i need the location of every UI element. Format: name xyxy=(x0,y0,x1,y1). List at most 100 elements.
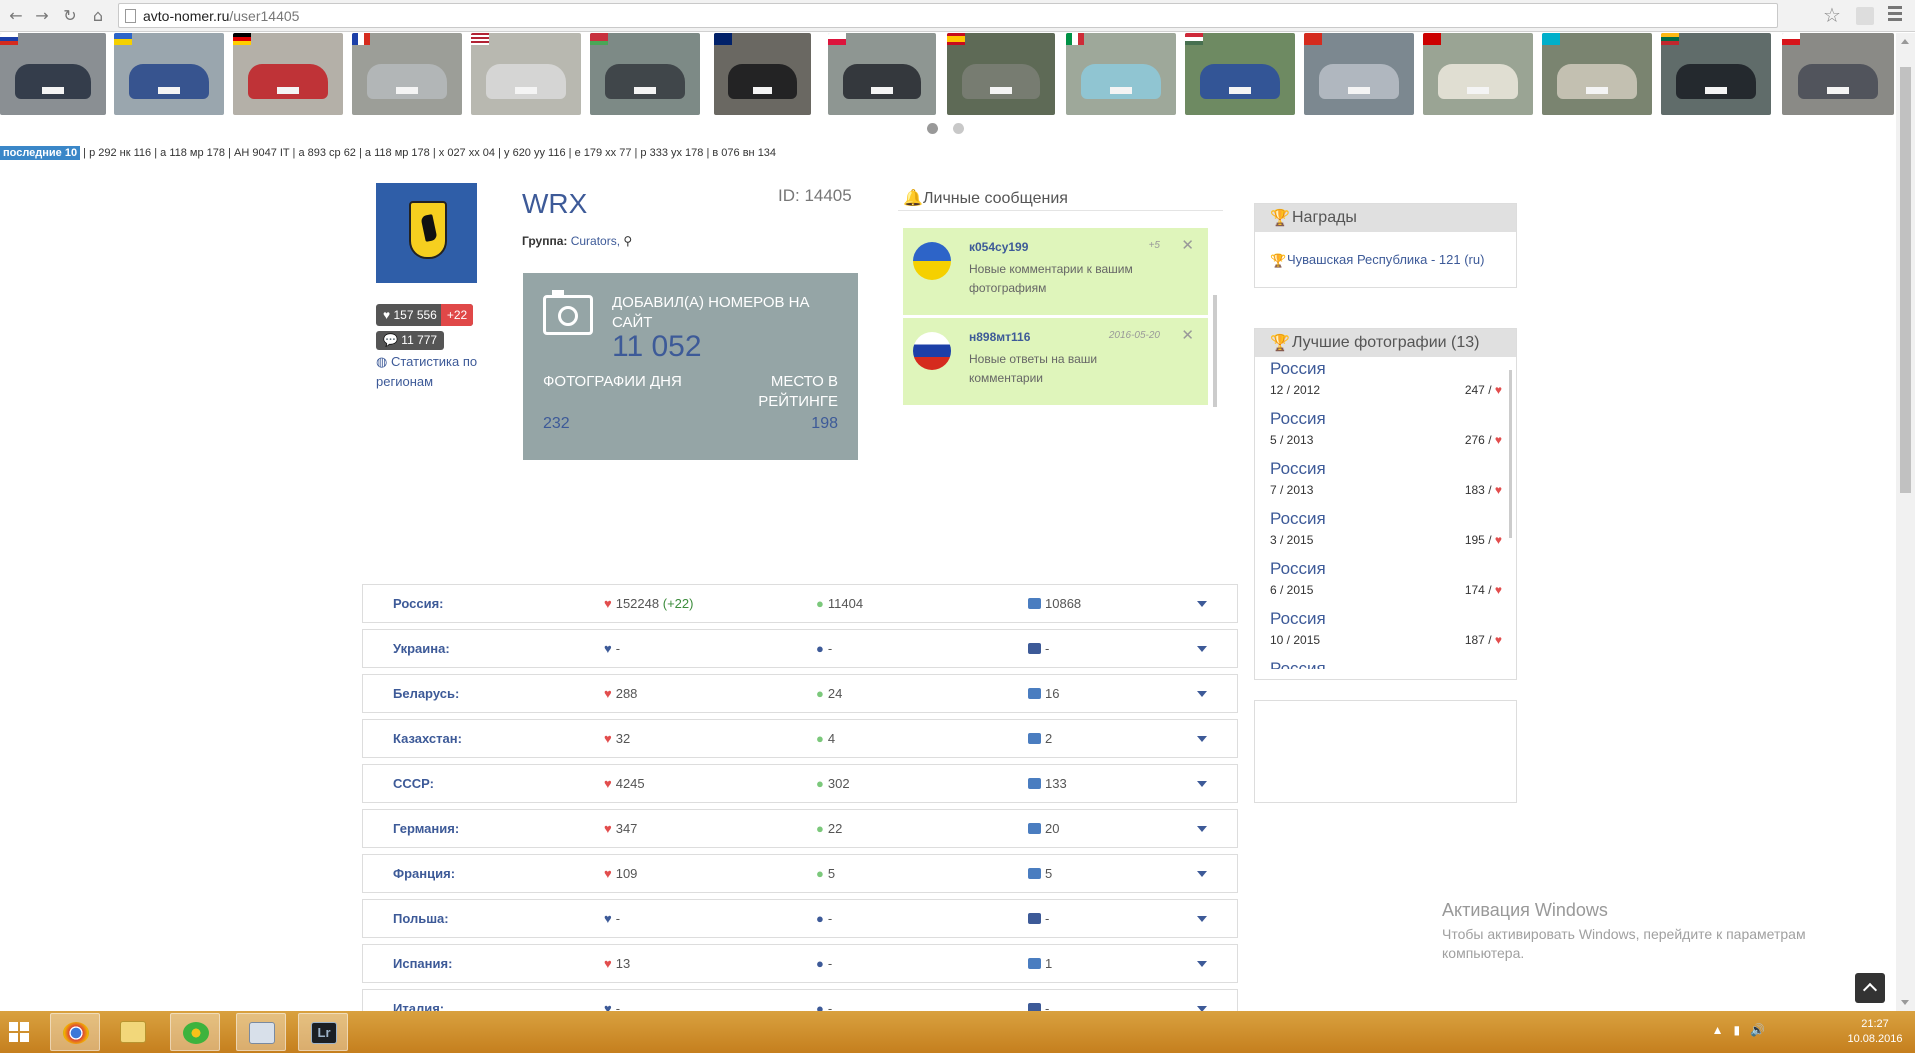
system-tray[interactable]: ▲ ▮ 🔊 xyxy=(1712,1023,1765,1037)
best-photo-item[interactable]: Россия 3 / 2015 195 / ♥ xyxy=(1255,509,1516,559)
chevron-down-icon[interactable] xyxy=(1197,646,1207,652)
page-scrollbar[interactable] xyxy=(1896,33,1915,1011)
taskbar-chrome[interactable] xyxy=(50,1013,100,1051)
chevron-down-icon[interactable] xyxy=(1197,781,1207,787)
car-thumbnail[interactable] xyxy=(471,33,581,115)
country-stats-row[interactable]: СССР: ♥ 4245 ● 302 133 xyxy=(362,764,1238,803)
chevron-down-icon[interactable] xyxy=(1197,691,1207,697)
car-thumbnail[interactable] xyxy=(233,33,343,115)
carousel-dot[interactable] xyxy=(953,123,964,134)
country-name[interactable]: Украина: xyxy=(393,641,450,656)
best-photo-country[interactable]: Россия xyxy=(1270,359,1326,379)
country-stats-row[interactable]: Казахстан: ♥ 32 ● 4 2 xyxy=(362,719,1238,758)
car-thumbnail[interactable] xyxy=(352,33,462,115)
country-stats-row[interactable]: Германия: ♥ 347 ● 22 20 xyxy=(362,809,1238,848)
car-thumbnail[interactable] xyxy=(1542,33,1652,115)
photo-of-day-value[interactable]: 232 xyxy=(543,415,570,433)
country-stats-row[interactable]: Россия: ♥ 152248 (+22) ● 11404 10868 xyxy=(362,584,1238,623)
group-link[interactable]: Curators, xyxy=(571,234,620,248)
car-thumbnail[interactable] xyxy=(590,33,700,115)
taskbar-lightroom[interactable]: Lr xyxy=(298,1013,348,1051)
close-icon[interactable]: ✕ xyxy=(1181,236,1194,254)
country-name[interactable]: Испания: xyxy=(393,956,452,971)
car-thumbnail[interactable] xyxy=(1185,33,1295,115)
car-thumbnail[interactable] xyxy=(114,33,224,115)
extension-icon[interactable] xyxy=(1856,7,1874,25)
chevron-down-icon[interactable] xyxy=(1197,601,1207,607)
best-photos-scrollbar[interactable] xyxy=(1509,370,1512,538)
best-photo-country[interactable]: Россия xyxy=(1270,509,1326,529)
recent-plate-link[interactable]: е 179 хх 77 xyxy=(575,147,632,159)
country-stats-row[interactable]: Испания: ♥ 13 ● - 1 xyxy=(362,944,1238,983)
country-stats-row[interactable]: Беларусь: ♥ 288 ● 24 16 xyxy=(362,674,1238,713)
country-stats-row[interactable]: Польша: ♥ - ● - - xyxy=(362,899,1238,938)
chevron-down-icon[interactable] xyxy=(1197,916,1207,922)
recent-plate-link[interactable]: в 076 вн 134 xyxy=(712,147,776,159)
country-name[interactable]: Беларусь: xyxy=(393,686,459,701)
car-thumbnail[interactable] xyxy=(1423,33,1533,115)
carousel-dot[interactable] xyxy=(927,123,938,134)
back-icon[interactable]: ← xyxy=(4,4,28,28)
message-sender[interactable]: н898мт116 xyxy=(969,330,1030,344)
recent-plate-link[interactable]: АН 9047 IT xyxy=(234,147,289,159)
best-photo-item[interactable]: Россия xyxy=(1255,659,1516,669)
award-item[interactable]: 🏆Чувашская Республика - 121 (ru) xyxy=(1270,252,1484,268)
car-thumbnail[interactable] xyxy=(0,33,106,115)
car-thumbnail[interactable] xyxy=(1661,33,1771,115)
message-sender[interactable]: к054су199 xyxy=(969,240,1028,254)
best-photo-item[interactable]: Россия 5 / 2013 276 / ♥ xyxy=(1255,409,1516,459)
rank-value[interactable]: 198 xyxy=(811,415,838,433)
windows-start-icon[interactable] xyxy=(9,1022,29,1042)
best-photo-country[interactable]: Россия xyxy=(1270,409,1326,429)
chevron-down-icon[interactable] xyxy=(1197,961,1207,967)
location-pin-icon[interactable]: ⚲ xyxy=(623,234,632,248)
best-photo-country[interactable]: Россия xyxy=(1270,659,1326,669)
car-thumbnail[interactable] xyxy=(1066,33,1176,115)
taskbar-clock[interactable]: 21:27 10.08.2016 xyxy=(1845,1017,1905,1047)
country-name[interactable]: СССР: xyxy=(393,776,434,791)
best-photo-item[interactable]: Россия 10 / 2015 187 / ♥ xyxy=(1255,609,1516,659)
scrollbar-thumb[interactable] xyxy=(1900,67,1911,493)
recent-plate-link[interactable]: х 027 хх 04 xyxy=(439,147,495,159)
country-name[interactable]: Польша: xyxy=(393,911,449,926)
country-name[interactable]: Германия: xyxy=(393,821,459,836)
car-thumbnail[interactable] xyxy=(1304,33,1414,115)
country-stats-row[interactable]: Украина: ♥ - ● - - xyxy=(362,629,1238,668)
forward-icon[interactable]: → xyxy=(30,4,54,28)
scroll-top-button[interactable] xyxy=(1855,973,1885,1003)
recent-plate-link[interactable]: р 292 нк 116 xyxy=(89,147,151,159)
taskbar-icq[interactable] xyxy=(170,1013,220,1051)
country-name[interactable]: Казахстан: xyxy=(393,731,462,746)
country-name[interactable]: Франция: xyxy=(393,866,455,881)
country-name[interactable]: Россия: xyxy=(393,596,443,611)
message-card[interactable]: н898мт116 2016-05-20 ✕ Новые ответы на ваши… xyxy=(903,318,1208,405)
best-photo-country[interactable]: Россия xyxy=(1270,609,1326,629)
chevron-down-icon[interactable] xyxy=(1197,826,1207,832)
avatar[interactable] xyxy=(376,183,477,283)
best-photo-country[interactable]: Россия xyxy=(1270,459,1326,479)
car-thumbnail[interactable] xyxy=(714,33,811,115)
messages-scrollbar[interactable] xyxy=(1213,295,1217,407)
reload-icon[interactable]: ↻ xyxy=(58,4,82,28)
home-icon[interactable]: ⌂ xyxy=(86,4,110,28)
chevron-down-icon[interactable] xyxy=(1197,871,1207,877)
car-thumbnail[interactable] xyxy=(828,33,936,115)
bookmark-star-icon[interactable]: ☆ xyxy=(1823,3,1841,27)
recent-plate-link[interactable]: а 893 ср 62 xyxy=(298,147,356,159)
url-text[interactable]: avto-nomer.ru/user14405 xyxy=(143,8,299,24)
close-icon[interactable]: ✕ xyxy=(1181,326,1194,344)
best-photo-item[interactable]: Россия 6 / 2015 174 / ♥ xyxy=(1255,559,1516,609)
recent-plate-link[interactable]: а 118 мр 178 xyxy=(365,147,430,159)
browser-menu-icon[interactable] xyxy=(1888,6,1902,24)
address-bar[interactable]: avto-nomer.ru/user14405 xyxy=(118,3,1778,28)
region-stats-link[interactable]: ◍ Статистика по регионам xyxy=(376,352,496,392)
chevron-down-icon[interactable] xyxy=(1197,736,1207,742)
recent-plate-link[interactable]: р 333 ух 178 xyxy=(640,147,703,159)
best-photo-item[interactable]: Россия 12 / 2012 247 / ♥ xyxy=(1255,359,1516,409)
country-stats-row[interactable]: Франция: ♥ 109 ● 5 5 xyxy=(362,854,1238,893)
recent-plate-link[interactable]: а 118 мр 178 xyxy=(160,147,225,159)
best-photo-country[interactable]: Россия xyxy=(1270,559,1326,579)
best-photo-item[interactable]: Россия 7 / 2013 183 / ♥ xyxy=(1255,459,1516,509)
car-thumbnail[interactable] xyxy=(947,33,1055,115)
message-card[interactable]: к054су199 +5 ✕ Новые комментарии к вашим фо… xyxy=(903,228,1208,315)
